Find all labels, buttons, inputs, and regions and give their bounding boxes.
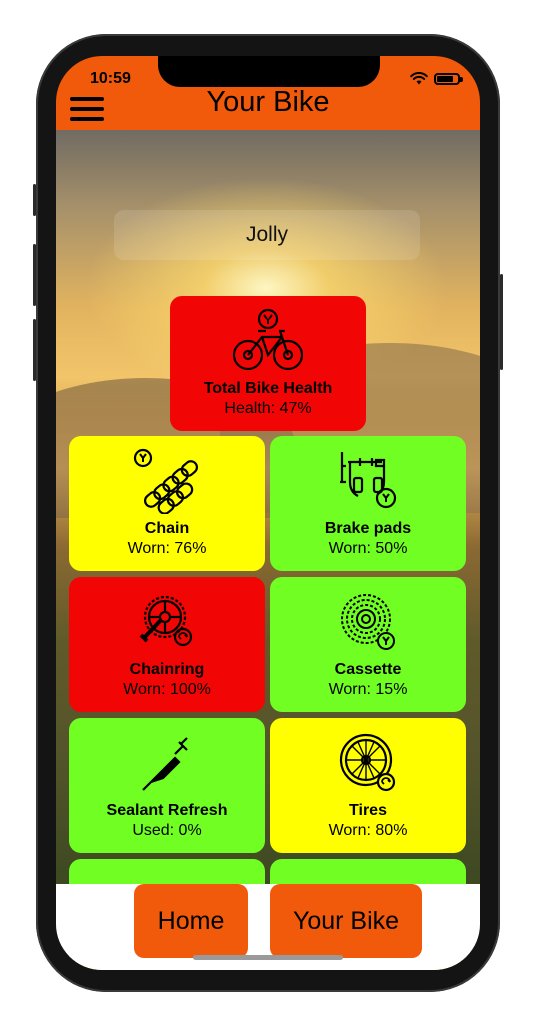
tile-name: Chain <box>144 520 190 537</box>
tire-icon <box>332 728 404 798</box>
volume-up-button <box>33 244 36 306</box>
chainring-tile[interactable]: Chainring Worn: 100% <box>69 577 265 712</box>
tile-name: Total Bike Health <box>203 380 333 397</box>
syringe-icon <box>131 728 203 798</box>
tile-status: Worn: 50% <box>328 540 408 557</box>
power-button <box>500 274 503 370</box>
home-indicator[interactable] <box>193 955 343 960</box>
cassette-tile[interactable]: Cassette Worn: 15% <box>270 577 466 712</box>
mute-switch <box>33 184 36 216</box>
chain-icon <box>131 446 203 516</box>
tile-status: Worn: 80% <box>328 822 408 839</box>
brake-pads-tile[interactable]: Brake pads Worn: 50% <box>270 436 466 571</box>
page-title: Your Bike <box>206 86 330 118</box>
tile-status: Worn: 15% <box>328 681 408 698</box>
tile-status: Worn: 100% <box>123 681 211 698</box>
sealant-refresh-tile[interactable]: Sealant Refresh Used: 0% <box>69 718 265 853</box>
tile-name: Cassette <box>334 661 402 678</box>
tile-name: Brake pads <box>324 520 412 537</box>
your-bike-button[interactable]: Your Bike <box>270 884 422 958</box>
chainring-icon <box>131 587 203 657</box>
tile-status: Worn: 76% <box>127 540 207 557</box>
tile-status: Health: 47% <box>224 400 312 417</box>
chain-tile[interactable]: Chain Worn: 76% <box>69 436 265 571</box>
bike-name-label[interactable]: Jolly <box>114 210 420 260</box>
tires-tile[interactable]: Tires Worn: 80% <box>270 718 466 853</box>
tile-name: Tires <box>349 802 387 819</box>
cassette-icon <box>332 587 404 657</box>
brake-pads-icon <box>332 446 404 516</box>
app-screen: 10:59 Your Bike Jolly Total Bike Health … <box>56 56 480 970</box>
tile-name: Sealant Refresh <box>106 802 228 819</box>
wifi-icon <box>410 72 428 85</box>
bike-icon <box>232 306 304 376</box>
tile-name: Chainring <box>129 661 205 678</box>
tile-status: Used: 0% <box>132 822 202 839</box>
battery-icon <box>434 72 463 85</box>
device-notch <box>158 56 380 87</box>
top-header: 10:59 Your Bike <box>56 56 480 130</box>
volume-down-button <box>33 319 36 381</box>
home-button[interactable]: Home <box>134 884 248 958</box>
total-bike-health-tile[interactable]: Total Bike Health Health: 47% <box>170 296 366 431</box>
status-icons <box>410 72 463 85</box>
